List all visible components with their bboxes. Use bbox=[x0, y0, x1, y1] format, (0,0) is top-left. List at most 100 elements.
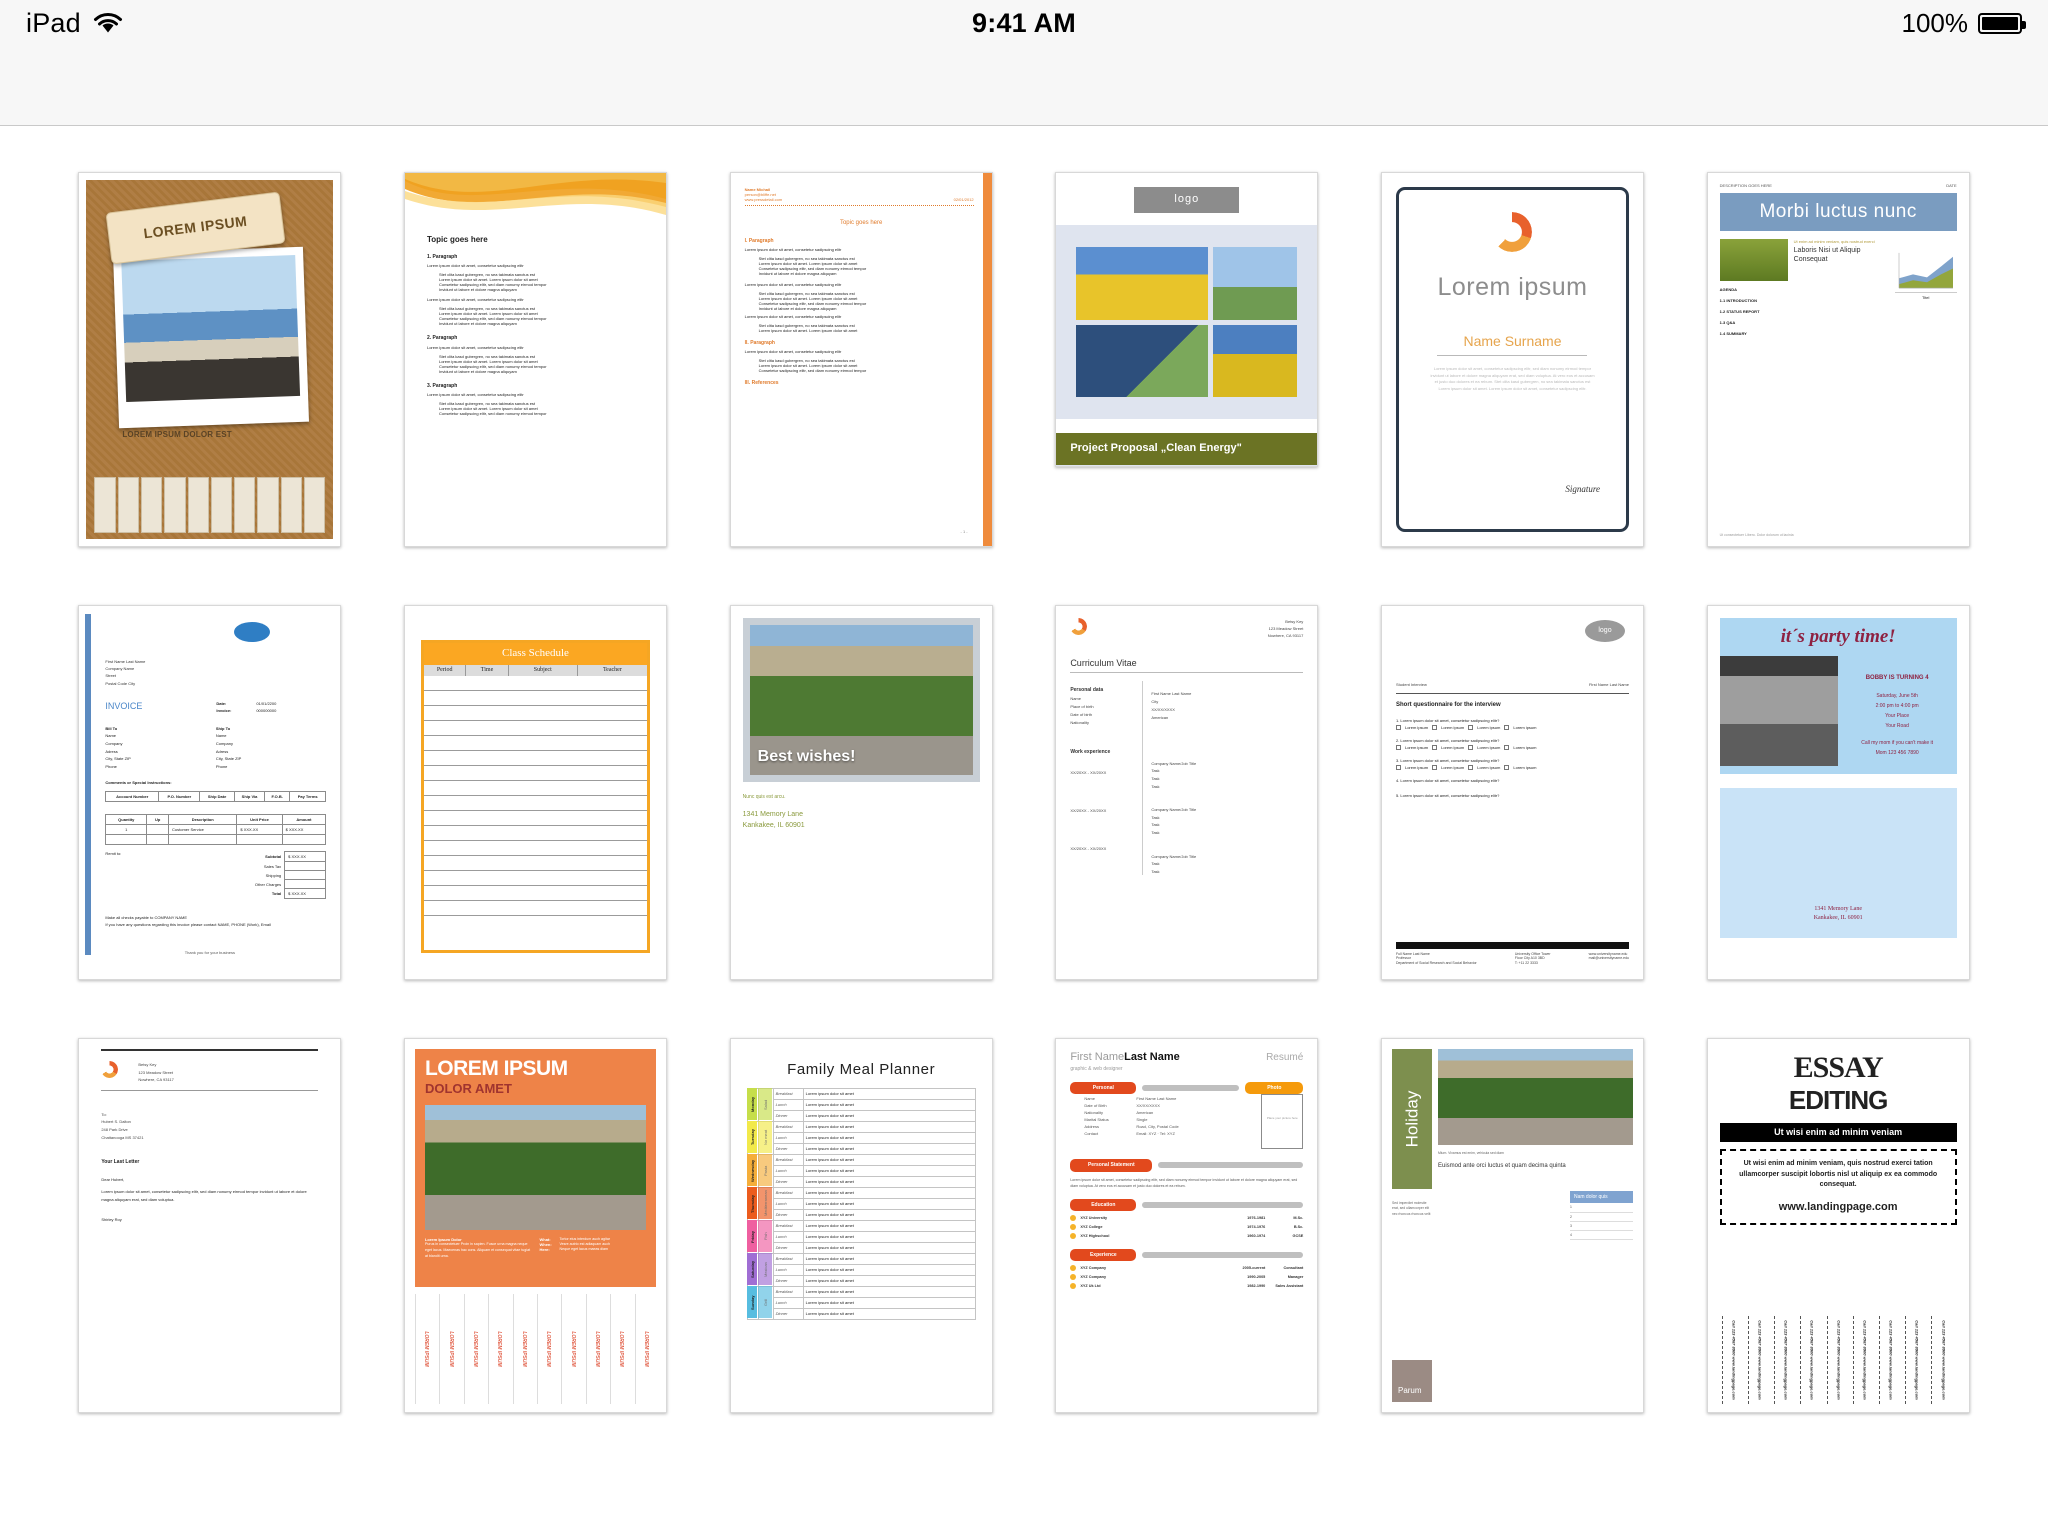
agenda-item: 1.1 INTRODUCTION bbox=[1719, 297, 1757, 303]
template-thumb-essay-editing-flyer[interactable]: ESSAY EDITING Ut wisi enim ad minim veni… bbox=[1706, 1038, 1970, 1413]
checkbox[interactable] bbox=[1395, 744, 1401, 750]
cv-right-column: First Name Last Name City XX/XX/XXXX Ame… bbox=[1142, 680, 1303, 876]
meal-cell[interactable]: Lorem ipsum dolor sit amet bbox=[802, 1219, 976, 1232]
checkbox[interactable] bbox=[1468, 724, 1474, 730]
template-thumb-newsletter-morbi[interactable]: DESCRIPTION GOES HERE DATE Morbi luctus … bbox=[1706, 172, 1970, 547]
field-value: Single bbox=[1136, 1117, 1148, 1123]
meta-table: Account Number P.O. Number Ship Date Shi… bbox=[105, 791, 327, 803]
template-cell[interactable]: Topic goes here 1. Paragraph Lorem ipsum… bbox=[396, 172, 676, 547]
cv-work-entry: Company Name/Job Title Task Task Task bbox=[1151, 806, 1303, 836]
template-cell[interactable]: First Name Last Name Company Name Street… bbox=[70, 605, 350, 980]
field-row: Address Road, City, Postal Code bbox=[1084, 1124, 1247, 1129]
meal-cell[interactable]: Lorem ipsum dolor sit amet bbox=[802, 1296, 976, 1309]
template-cell[interactable]: Best wishes! Nunc quis est arcu. 1341 Me… bbox=[721, 605, 1001, 980]
cv-personal-fields: Name Place of birth Date of birth Nation… bbox=[1070, 695, 1132, 727]
template-thumb-orange-wave-report[interactable]: Topic goes here 1. Paragraph Lorem ipsum… bbox=[403, 172, 667, 547]
template-cell[interactable]: Class Schedule Period Time Subject Teach… bbox=[396, 605, 676, 980]
meal-cell[interactable]: Lorem ipsum dolor sit amet bbox=[802, 1131, 976, 1144]
template-cell[interactable]: ESSAY EDITING Ut wisi enim ad minim veni… bbox=[1698, 1038, 1978, 1413]
meal-cell[interactable]: Lorem ipsum dolor sit amet bbox=[802, 1153, 976, 1166]
tear-tab-label: LOREM IPSUM bbox=[520, 1331, 527, 1367]
choice-row[interactable]: Lorem ipsum Lorem ipsum Lorem ipsum Lore… bbox=[1395, 764, 1629, 770]
meal-cell[interactable]: Lorem ipsum dolor sit amet bbox=[802, 1109, 976, 1122]
checkbox[interactable] bbox=[1504, 724, 1510, 730]
footer-bar bbox=[1395, 941, 1629, 949]
kicker-right: DATE bbox=[1946, 183, 1957, 188]
choice-row[interactable]: Lorem ipsum Lorem ipsum Lorem ipsum Lore… bbox=[1395, 744, 1629, 750]
template-thumb-corkboard-photo[interactable]: LOREM IPSUM LOREM IPSUM DOLOR EST bbox=[78, 172, 342, 547]
letter-body: Lorem ipsum dolor sit amet, consetetur s… bbox=[101, 1189, 307, 1202]
template-cell[interactable]: Betsy Key 123 Meadow Street Nowhere, CA … bbox=[70, 1038, 350, 1413]
template-thumb-holiday-brochure[interactable]: Holiday Mium. Vivamus est enim, vehicula… bbox=[1380, 1038, 1644, 1413]
choice-row[interactable]: Lorem ipsum Lorem ipsum Lorem ipsum Lore… bbox=[1395, 724, 1629, 730]
template-cell[interactable]: LOREM IPSUM DOLOR AMET Lorem Ipsum Dolor… bbox=[396, 1038, 676, 1413]
meal-cell[interactable]: Lorem ipsum dolor sit amet bbox=[802, 1098, 976, 1111]
meal-cell[interactable]: Lorem ipsum dolor sit amet bbox=[802, 1164, 976, 1177]
template-thumb-orange-accent-paper[interactable]: Name Michail person@bliffe.net www.press… bbox=[729, 172, 993, 547]
bullets: Stet clita kasd gubergren, no sea takima… bbox=[439, 306, 644, 326]
template-cell[interactable]: Lorem ipsum Name Surname Lorem ipsum dol… bbox=[1373, 172, 1653, 547]
checkbox[interactable] bbox=[1432, 744, 1438, 750]
template-cell[interactable]: LOREM IPSUM LOREM IPSUM DOLOR EST bbox=[70, 172, 350, 547]
meal-cell[interactable]: Lorem ipsum dolor sit amet bbox=[802, 1274, 976, 1287]
template-thumb-resume-graphic-designer[interactable]: First NameLast Name Resumé graphic & web… bbox=[1055, 1038, 1319, 1413]
meal-cell[interactable]: Lorem ipsum dolor sit amet bbox=[802, 1241, 976, 1254]
template-thumb-invoice[interactable]: First Name Last Name Company Name Street… bbox=[78, 605, 342, 980]
field-label: Date of Birth bbox=[1084, 1103, 1107, 1109]
template-cell[interactable]: First NameLast Name Resumé graphic & web… bbox=[1047, 1038, 1327, 1413]
checkbox[interactable] bbox=[1432, 764, 1438, 770]
bill-to-label: Bill To bbox=[105, 725, 118, 731]
table-row: Quantity Up Description Unit Price Amoun… bbox=[105, 814, 327, 826]
template-cell[interactable]: Holiday Mium. Vivamus est enim, vehicula… bbox=[1373, 1038, 1653, 1413]
meal-label: Lunch bbox=[772, 1164, 804, 1177]
meal-cell[interactable]: Lorem ipsum dolor sit amet bbox=[802, 1252, 976, 1265]
template-thumb-interview-questionnaire[interactable]: logo Student Interview First Name Last N… bbox=[1380, 605, 1644, 980]
checkbox[interactable] bbox=[1504, 764, 1510, 770]
template-cell[interactable]: Family Meal Planner Monday Salad Breakfast… bbox=[721, 1038, 1001, 1413]
question: 4. Lorem ipsum dolor sit amet, consetetu… bbox=[1395, 777, 1500, 783]
template-cell[interactable]: Betsy Key 123 Meadow Street Nowhere, CA … bbox=[1047, 605, 1327, 980]
template-thumb-best-wishes-card[interactable]: Best wishes! Nunc quis est arcu. 1341 Me… bbox=[729, 605, 993, 980]
meal-cell[interactable]: Lorem ipsum dolor sit amet bbox=[802, 1230, 976, 1243]
template-thumb-party-invitation[interactable]: it´s party time! BOBBY IS TURNING 4 Satu… bbox=[1706, 605, 1970, 980]
template-cell[interactable]: Name Michail person@bliffe.net www.press… bbox=[721, 172, 1001, 547]
meal-cell[interactable]: Lorem ipsum dolor sit amet bbox=[802, 1307, 976, 1320]
checkbox[interactable] bbox=[1395, 764, 1401, 770]
template-thumb-tear-off-flyer[interactable]: LOREM IPSUM DOLOR AMET Lorem Ipsum Dolor… bbox=[403, 1038, 667, 1413]
checkbox[interactable] bbox=[1395, 724, 1401, 730]
status-bar-clock: 9:41 AM bbox=[972, 7, 1076, 38]
meal-cell[interactable]: Lorem ipsum dolor sit amet bbox=[802, 1142, 976, 1155]
day-label: Tuesday bbox=[747, 1121, 759, 1155]
template-thumb-certificate[interactable]: Lorem ipsum Name Surname Lorem ipsum dol… bbox=[1380, 172, 1644, 547]
meal-cell[interactable]: Lorem ipsum dolor sit amet bbox=[802, 1186, 976, 1199]
template-cell[interactable]: DESCRIPTION GOES HERE DATE Morbi luctus … bbox=[1698, 172, 1978, 547]
schedule-rows bbox=[423, 676, 647, 917]
meal-cell[interactable]: Lorem ipsum dolor sit amet bbox=[802, 1087, 976, 1100]
checkbox[interactable] bbox=[1468, 764, 1474, 770]
checkbox[interactable] bbox=[1468, 744, 1474, 750]
blue-item: 4 bbox=[1569, 1233, 1572, 1237]
photo-courtyard bbox=[424, 1105, 646, 1231]
template-thumb-business-letter[interactable]: Betsy Key 123 Meadow Street Nowhere, CA … bbox=[78, 1038, 342, 1413]
template-cell[interactable]: logo Project Proposal „Clean Energy" Lon… bbox=[1047, 172, 1327, 547]
meal-cell[interactable]: Lorem ipsum dolor sit amet bbox=[802, 1120, 976, 1133]
checkbox[interactable] bbox=[1504, 744, 1510, 750]
meal-cell[interactable]: Lorem ipsum dolor sit amet bbox=[802, 1175, 976, 1188]
template-thumb-curriculum-vitae[interactable]: Betsy Key 123 Meadow Street Nowhere, CA … bbox=[1055, 605, 1319, 980]
template-thumb-family-meal-planner[interactable]: Family Meal Planner Monday Salad Breakfast… bbox=[729, 1038, 993, 1413]
blue-item: 1 bbox=[1569, 1205, 1572, 1210]
rsvp-2: Mom 123 456 7890 bbox=[1875, 749, 1919, 756]
table-row: Monday Salad Breakfast Lorem ipsum dolor si… bbox=[747, 1087, 976, 1122]
meal-cell[interactable]: Lorem ipsum dolor sit amet bbox=[802, 1208, 976, 1221]
meal-cell[interactable]: Lorem ipsum dolor sit amet bbox=[802, 1285, 976, 1298]
checkbox[interactable] bbox=[1432, 724, 1438, 730]
template-thumb-class-schedule[interactable]: Class Schedule Period Time Subject Teach… bbox=[403, 605, 667, 980]
meal-cell[interactable]: Lorem ipsum dolor sit amet bbox=[802, 1197, 976, 1210]
table-row: Lunch Lorem ipsum dolor sit amet bbox=[747, 1197, 976, 1210]
template-cell[interactable]: it´s party time! BOBBY IS TURNING 4 Satu… bbox=[1698, 605, 1978, 980]
meal-cell[interactable]: Lorem ipsum dolor sit amet bbox=[802, 1263, 976, 1276]
template-cell[interactable]: logo Student Interview First Name Last N… bbox=[1373, 605, 1653, 980]
template-thumb-clean-energy-proposal[interactable]: logo Project Proposal „Clean Energy" Lon… bbox=[1055, 172, 1319, 467]
tear-tab: LOREM IPSUM bbox=[585, 1294, 608, 1404]
total-label: Sales Tax bbox=[263, 863, 282, 869]
